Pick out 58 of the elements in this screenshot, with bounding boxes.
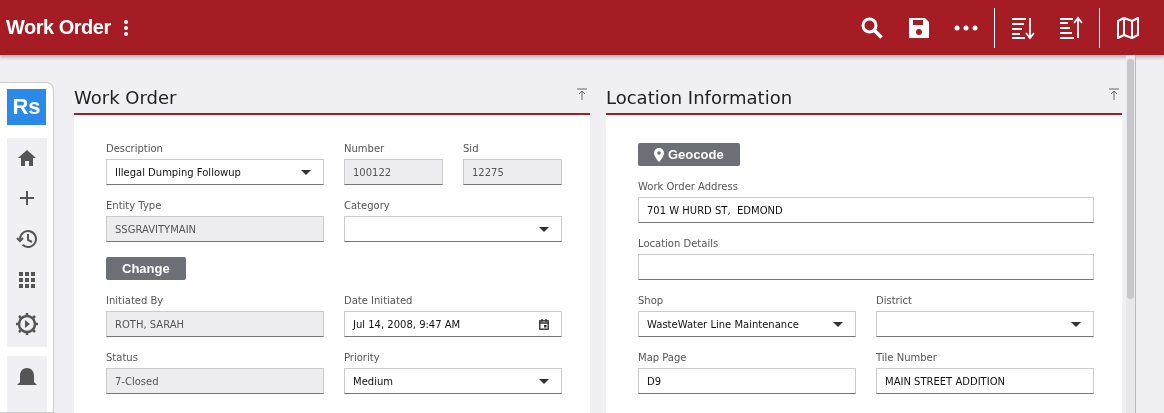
change-button[interactable]: Change <box>106 257 186 280</box>
field-label: Initiated By <box>106 295 164 308</box>
app-title: Work Order <box>6 16 111 39</box>
apps-grid-icon[interactable] <box>18 272 35 289</box>
field-label: Description <box>106 143 163 156</box>
save-icon[interactable] <box>908 16 930 39</box>
panel-title: Work Order <box>74 87 177 108</box>
caret-icon <box>301 169 311 175</box>
field-label: Work Order Address <box>638 181 738 194</box>
collapse-icon[interactable] <box>577 87 587 100</box>
input-field[interactable] <box>638 254 1094 280</box>
field-label: District <box>876 295 912 308</box>
dropdown-field[interactable] <box>344 216 562 242</box>
more-vertical-icon[interactable] <box>122 18 129 37</box>
readonly-field: 7-Closed <box>106 368 324 394</box>
field-label: Date Initiated <box>344 295 413 308</box>
field-label: Number <box>344 143 385 156</box>
field-label: Sid <box>463 143 479 156</box>
location-pin-icon <box>654 147 664 162</box>
app-logo[interactable]: Rs <box>7 89 46 125</box>
plus-icon[interactable] <box>18 190 35 207</box>
gear-icon[interactable] <box>14 311 39 336</box>
field-label: Shop <box>638 295 664 308</box>
field-label: Map Page <box>638 352 687 365</box>
more-horizontal-icon[interactable] <box>954 24 978 31</box>
readonly-field: 12275 <box>463 159 562 185</box>
geocode-button[interactable]: Geocode <box>638 143 740 166</box>
caret-icon <box>833 321 843 327</box>
date-field[interactable]: Jul 14, 2008, 9:47 AM <box>344 311 562 337</box>
caret-icon <box>1071 321 1081 327</box>
collapse-icon[interactable] <box>1109 87 1119 100</box>
sort-ascending-icon[interactable] <box>1059 15 1083 40</box>
home-icon[interactable] <box>16 149 37 168</box>
field-label: Location Details <box>638 238 719 251</box>
field-label: Category <box>344 200 390 213</box>
dropdown-field[interactable]: WasteWater Line Maintenance <box>638 311 856 337</box>
caret-icon <box>539 378 549 384</box>
sort-descending-icon[interactable] <box>1011 15 1035 40</box>
field-label: Tile Number <box>876 352 937 365</box>
readonly-field: SSGRAVITYMAIN <box>106 216 324 242</box>
input-field[interactable]: 701 W HURD ST, EDMOND <box>638 197 1094 223</box>
calendar-icon <box>539 318 549 330</box>
dropdown-field[interactable] <box>876 311 1094 337</box>
dropdown-field[interactable]: Medium <box>344 368 562 394</box>
field-label: Status <box>106 352 138 365</box>
map-icon[interactable] <box>1116 15 1140 40</box>
dropdown-field[interactable]: Illegal Dumping Followup <box>106 159 324 185</box>
input-field[interactable]: D9 <box>638 368 856 394</box>
caret-icon <box>539 226 549 232</box>
readonly-field: ROTH, SARAH <box>106 311 324 337</box>
search-icon[interactable] <box>860 15 884 40</box>
input-field[interactable]: MAIN STREET ADDITION <box>876 368 1094 394</box>
field-label: Priority <box>344 352 380 365</box>
panel-title: Location Information <box>606 87 793 108</box>
readonly-field: 100122 <box>344 159 443 185</box>
field-label: Entity Type <box>106 200 162 213</box>
scrollbar[interactable] <box>1126 55 1136 413</box>
history-icon[interactable] <box>15 229 38 250</box>
